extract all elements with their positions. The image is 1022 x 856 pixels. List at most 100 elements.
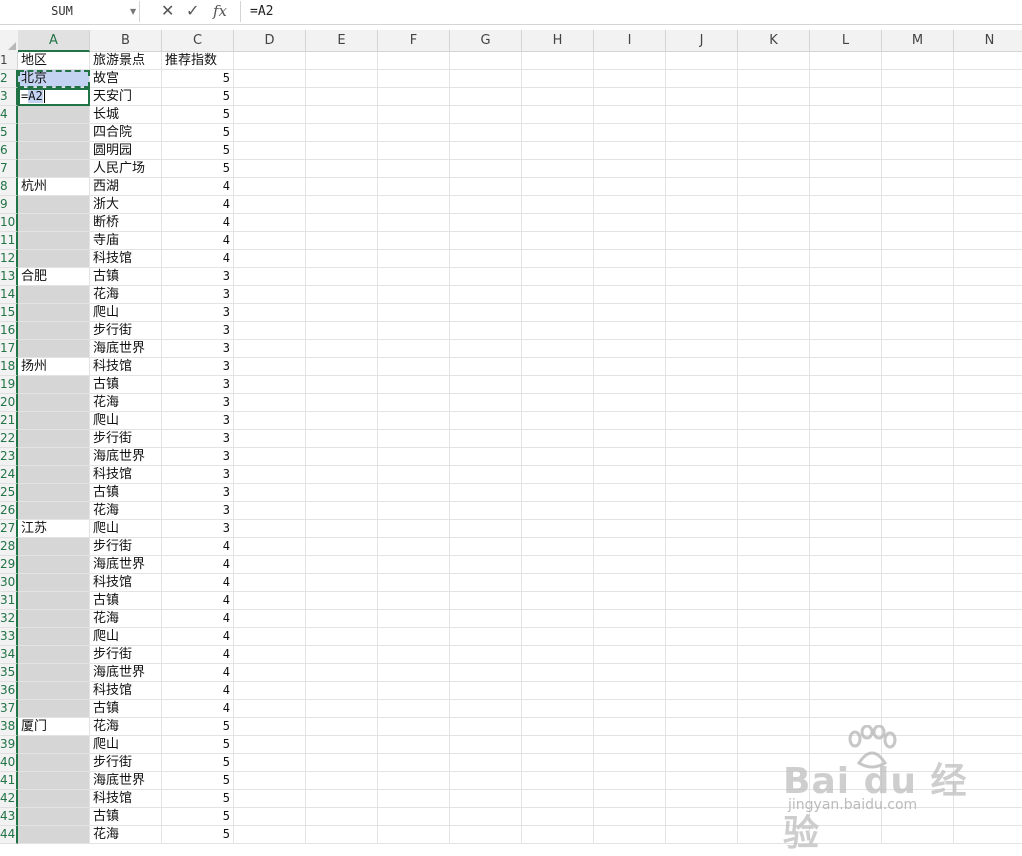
empty-cell[interactable] <box>306 304 378 322</box>
empty-cell[interactable] <box>666 214 738 232</box>
empty-cell[interactable] <box>954 700 1022 718</box>
empty-cell[interactable] <box>234 610 306 628</box>
row-header[interactable]: 2 <box>0 70 18 88</box>
empty-cell[interactable] <box>450 538 522 556</box>
empty-cell[interactable] <box>234 52 306 70</box>
empty-cell[interactable] <box>522 484 594 502</box>
empty-cell[interactable] <box>810 502 882 520</box>
cell-attraction[interactable]: 花海 <box>90 286 162 304</box>
empty-cell[interactable] <box>378 646 450 664</box>
empty-cell[interactable] <box>234 502 306 520</box>
empty-cell[interactable] <box>594 394 666 412</box>
empty-cell[interactable] <box>594 664 666 682</box>
empty-cell[interactable] <box>882 376 954 394</box>
empty-cell[interactable] <box>522 88 594 106</box>
cell-rating[interactable]: 4 <box>162 538 234 556</box>
row-header[interactable]: 44 <box>0 826 18 844</box>
empty-cell[interactable] <box>450 574 522 592</box>
empty-cell[interactable] <box>666 808 738 826</box>
column-header-c[interactable]: C <box>162 30 234 52</box>
empty-cell[interactable] <box>450 358 522 376</box>
column-header-e[interactable]: E <box>306 30 378 52</box>
row-header[interactable]: 39 <box>0 736 18 754</box>
empty-cell[interactable] <box>810 142 882 160</box>
empty-cell[interactable] <box>522 214 594 232</box>
empty-cell[interactable] <box>666 124 738 142</box>
empty-cell[interactable] <box>954 376 1022 394</box>
empty-cell[interactable] <box>378 70 450 88</box>
empty-cell[interactable] <box>450 790 522 808</box>
column-header-d[interactable]: D <box>234 30 306 52</box>
cell-attraction[interactable]: 花海 <box>90 394 162 412</box>
empty-cell[interactable] <box>810 322 882 340</box>
column-header-b[interactable]: B <box>90 30 162 52</box>
cell-rating[interactable]: 4 <box>162 574 234 592</box>
empty-cell[interactable] <box>522 610 594 628</box>
empty-cell[interactable] <box>810 466 882 484</box>
cell-region[interactable]: 江苏 <box>18 520 90 538</box>
empty-cell[interactable] <box>522 448 594 466</box>
empty-cell[interactable] <box>954 754 1022 772</box>
empty-cell[interactable] <box>882 808 954 826</box>
empty-cell[interactable] <box>594 700 666 718</box>
empty-cell[interactable] <box>378 430 450 448</box>
empty-cell[interactable] <box>882 286 954 304</box>
empty-cell[interactable] <box>594 610 666 628</box>
empty-cell[interactable] <box>882 754 954 772</box>
empty-cell[interactable] <box>306 772 378 790</box>
cell-rating[interactable]: 3 <box>162 268 234 286</box>
empty-cell[interactable] <box>882 664 954 682</box>
row-header[interactable]: 36 <box>0 682 18 700</box>
empty-cell[interactable] <box>954 556 1022 574</box>
empty-cell[interactable] <box>522 52 594 70</box>
cell-attraction[interactable]: 步行街 <box>90 430 162 448</box>
chevron-down-icon[interactable]: ▼ <box>130 1 136 22</box>
empty-cell[interactable] <box>954 502 1022 520</box>
empty-cell[interactable] <box>738 556 810 574</box>
empty-cell[interactable] <box>234 682 306 700</box>
empty-cell[interactable] <box>882 178 954 196</box>
empty-cell[interactable] <box>810 826 882 844</box>
empty-cell[interactable] <box>306 322 378 340</box>
cell-rating[interactable]: 3 <box>162 394 234 412</box>
row-header[interactable]: 8 <box>0 178 18 196</box>
row-header[interactable]: 31 <box>0 592 18 610</box>
empty-cell[interactable] <box>450 448 522 466</box>
empty-cell[interactable] <box>882 250 954 268</box>
empty-cell[interactable] <box>234 160 306 178</box>
empty-cell[interactable] <box>378 52 450 70</box>
cell-attraction[interactable]: 步行街 <box>90 322 162 340</box>
empty-cell[interactable] <box>666 664 738 682</box>
column-header-g[interactable]: G <box>450 30 522 52</box>
cell-attraction[interactable]: 花海 <box>90 610 162 628</box>
empty-cell[interactable] <box>594 574 666 592</box>
empty-cell[interactable] <box>306 142 378 160</box>
cell-region[interactable] <box>18 232 90 250</box>
cell-region[interactable] <box>18 304 90 322</box>
empty-cell[interactable] <box>810 268 882 286</box>
empty-cell[interactable] <box>954 736 1022 754</box>
empty-cell[interactable] <box>378 484 450 502</box>
empty-cell[interactable] <box>810 772 882 790</box>
empty-cell[interactable] <box>450 430 522 448</box>
empty-cell[interactable] <box>882 268 954 286</box>
empty-cell[interactable] <box>810 232 882 250</box>
empty-cell[interactable] <box>450 718 522 736</box>
empty-cell[interactable] <box>522 628 594 646</box>
cell-attraction[interactable]: 海底世界 <box>90 556 162 574</box>
empty-cell[interactable] <box>234 304 306 322</box>
empty-cell[interactable] <box>666 592 738 610</box>
empty-cell[interactable] <box>810 700 882 718</box>
empty-cell[interactable] <box>738 538 810 556</box>
empty-cell[interactable] <box>234 124 306 142</box>
empty-cell[interactable] <box>306 808 378 826</box>
empty-cell[interactable] <box>522 538 594 556</box>
cell-attraction[interactable]: 天安门 <box>90 88 162 106</box>
empty-cell[interactable] <box>306 214 378 232</box>
empty-cell[interactable] <box>522 682 594 700</box>
cell-region[interactable] <box>18 340 90 358</box>
cell-attraction[interactable]: 古镇 <box>90 808 162 826</box>
empty-cell[interactable] <box>954 574 1022 592</box>
empty-cell[interactable] <box>738 610 810 628</box>
empty-cell[interactable] <box>954 268 1022 286</box>
